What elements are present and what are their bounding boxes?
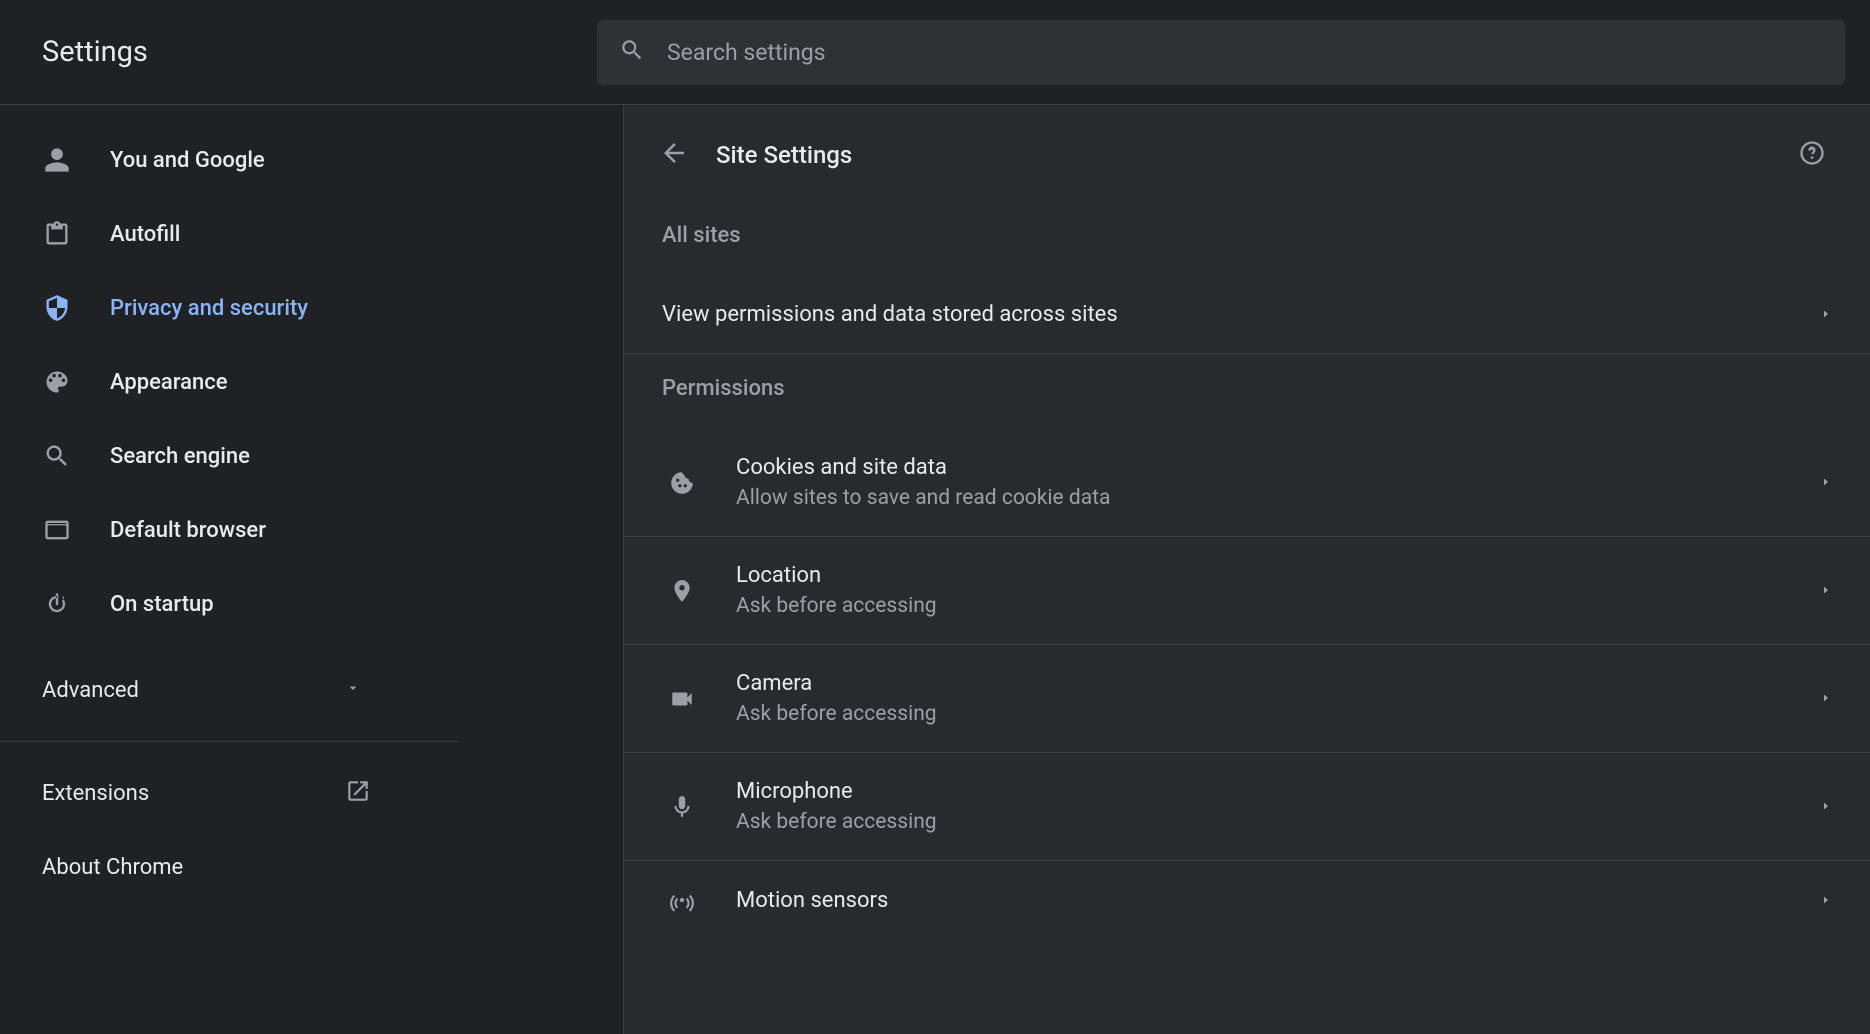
row-title: Cookies and site data	[736, 455, 1110, 480]
row-view-all-sites[interactable]: View permissions and data stored across …	[624, 276, 1870, 354]
sidebar-item-about-chrome[interactable]: About Chrome	[0, 830, 623, 904]
sidebar-item-you-and-google[interactable]: You and Google	[0, 123, 458, 197]
page-header: Site Settings	[624, 105, 1870, 201]
row-motion-sensors[interactable]: Motion sensors	[624, 861, 1870, 939]
sidebar-item-search-engine[interactable]: Search engine	[0, 419, 458, 493]
chevron-right-icon	[1820, 891, 1832, 910]
back-button[interactable]	[654, 135, 694, 175]
chevron-right-icon	[1820, 689, 1832, 708]
browser-icon	[42, 515, 72, 545]
shield-icon	[42, 293, 72, 323]
row-title: Motion sensors	[736, 888, 888, 913]
camera-icon	[662, 686, 702, 712]
sidebar-item-extensions[interactable]: Extensions	[0, 756, 623, 830]
sidebar-item-label: Privacy and security	[110, 296, 308, 321]
help-button[interactable]	[1792, 135, 1832, 175]
row-microphone[interactable]: Microphone Ask before accessing	[624, 753, 1870, 861]
clipboard-icon	[42, 219, 72, 249]
chevron-right-icon	[1820, 581, 1832, 600]
row-subtitle: Ask before accessing	[736, 810, 937, 834]
chevron-down-icon	[345, 680, 361, 700]
row-subtitle: Allow sites to save and read cookie data	[736, 486, 1110, 510]
power-icon	[42, 589, 72, 619]
sidebar-item-label: Extensions	[42, 781, 149, 806]
app-title: Settings	[42, 35, 148, 69]
page-title: Site Settings	[716, 141, 852, 169]
row-title: Microphone	[736, 779, 937, 804]
microphone-icon	[662, 794, 702, 820]
cookie-icon	[662, 470, 702, 496]
sensors-icon	[662, 887, 702, 913]
row-subtitle: Ask before accessing	[736, 702, 937, 726]
sidebar-item-autofill[interactable]: Autofill	[0, 197, 458, 271]
sidebar-advanced-toggle[interactable]: Advanced	[0, 653, 623, 727]
row-location[interactable]: Location Ask before accessing	[624, 537, 1870, 645]
row-title: Location	[736, 563, 937, 588]
main-content: Site Settings All sites View permissions…	[624, 105, 1870, 1034]
sidebar-item-label: About Chrome	[42, 855, 183, 880]
search-icon	[619, 37, 645, 67]
row-cookies[interactable]: Cookies and site data Allow sites to sav…	[624, 429, 1870, 537]
sidebar-item-label: Appearance	[110, 370, 228, 395]
section-label-permissions: Permissions	[624, 354, 1870, 429]
sidebar-item-label: Autofill	[110, 222, 180, 247]
search-icon	[42, 441, 72, 471]
row-title: View permissions and data stored across …	[662, 302, 1118, 327]
row-subtitle: Ask before accessing	[736, 594, 937, 618]
search-input[interactable]	[667, 39, 1823, 66]
row-camera[interactable]: Camera Ask before accessing	[624, 645, 1870, 753]
sidebar-item-label: Search engine	[110, 444, 250, 469]
help-icon	[1798, 139, 1826, 171]
top-bar: Settings	[0, 0, 1870, 105]
person-icon	[42, 145, 72, 175]
search-box[interactable]	[597, 20, 1845, 85]
open-in-new-icon	[345, 778, 371, 808]
row-title: Camera	[736, 671, 937, 696]
sidebar-item-label: On startup	[110, 592, 214, 617]
sidebar-item-privacy-security[interactable]: Privacy and security	[0, 271, 458, 345]
sidebar-item-appearance[interactable]: Appearance	[0, 345, 458, 419]
sidebar-item-label: Advanced	[42, 678, 139, 703]
sidebar-item-on-startup[interactable]: On startup	[0, 567, 458, 641]
palette-icon	[42, 367, 72, 397]
sidebar-item-label: You and Google	[110, 148, 265, 173]
chevron-right-icon	[1820, 797, 1832, 816]
sidebar-item-label: Default browser	[110, 518, 266, 543]
chevron-right-icon	[1820, 473, 1832, 492]
arrow-back-icon	[659, 138, 689, 172]
section-label-all-sites: All sites	[624, 201, 1870, 276]
divider	[0, 741, 458, 742]
chevron-right-icon	[1820, 305, 1832, 324]
sidebar: You and Google Autofill Privacy and secu…	[0, 105, 624, 1034]
location-icon	[662, 578, 702, 604]
sidebar-item-default-browser[interactable]: Default browser	[0, 493, 458, 567]
